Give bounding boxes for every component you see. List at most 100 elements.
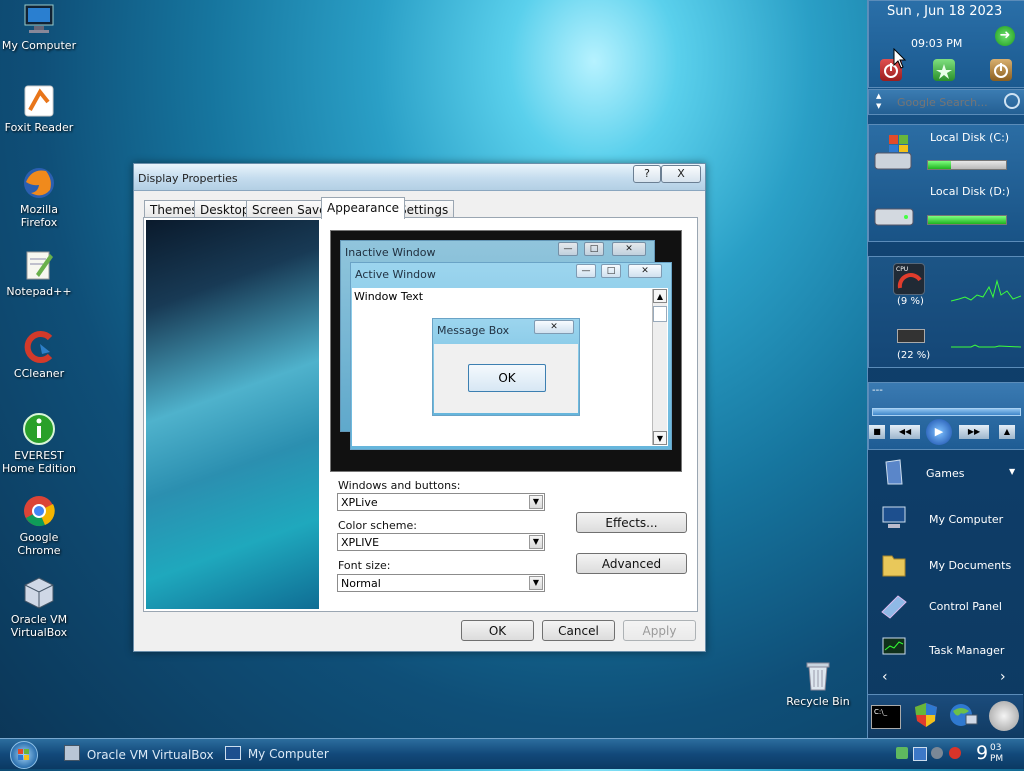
sidebar-item-task-manager[interactable]: Task Manager — [868, 630, 1023, 670]
sidebar-item-label: My Documents — [929, 559, 1012, 572]
virtualbox-task-icon — [64, 745, 80, 761]
network-globe-icon[interactable] — [948, 701, 978, 729]
desktop-icon-notepad-plus-plus[interactable]: Notepad++ — [1, 248, 77, 298]
preview-message-box: Message Box ✕ OK — [432, 318, 580, 416]
chevron-left-icon[interactable]: ‹ — [882, 669, 888, 685]
clock-hour: 9 — [976, 742, 989, 764]
preview-scrollbar: ▲ ▼ — [652, 289, 667, 445]
font-size-value: Normal — [341, 577, 381, 590]
search-scroll-icon[interactable]: ▲ ▼ — [876, 91, 881, 111]
desktop-icon-everest[interactable]: EVEREST Home Edition — [1, 412, 77, 475]
color-scheme-select[interactable]: XPLIVE ▼ — [337, 533, 545, 551]
my-computer-icon — [22, 2, 56, 36]
security-shield-icon[interactable] — [913, 701, 939, 729]
cpu-graph — [951, 279, 1021, 302]
effects-button[interactable]: Effects... — [576, 512, 687, 533]
clock-minutes: 03 — [990, 743, 1002, 753]
message-box-body: OK — [434, 344, 578, 413]
help-button[interactable]: ? — [633, 165, 661, 183]
recycle-bin-icon — [801, 658, 835, 692]
sidebar: Sun , Jun 18 2023 09:03 PM ➜ ▲▼ Local Di… — [867, 0, 1024, 739]
games-folder-icon — [880, 458, 908, 486]
desktop-icon-google-chrome[interactable]: Google Chrome — [1, 494, 77, 557]
task-manager-icon — [880, 634, 908, 662]
disk-d-label: Local Disk (D:) — [930, 185, 1010, 198]
taskbar-item-label: Oracle VM VirtualBox — [86, 748, 214, 762]
search-icon[interactable] — [1004, 93, 1020, 109]
cpu-meter-label: CPU — [896, 266, 909, 273]
taskbar-item-my-computer[interactable]: My Computer — [225, 745, 345, 763]
ram-percent: (22 %) — [897, 350, 931, 361]
sidebar-item-my-documents[interactable]: My Documents — [868, 546, 1023, 586]
desktop-icon-foxit-reader[interactable]: Foxit Reader — [1, 84, 77, 134]
notepad-plus-plus-icon — [22, 248, 56, 282]
shutdown-icon[interactable] — [990, 59, 1012, 81]
window-text: Window Text — [354, 290, 424, 303]
message-box-ok: OK — [468, 364, 546, 392]
ram-graph — [951, 344, 1021, 348]
stop-icon[interactable]: ■ — [869, 425, 885, 439]
sidebar-item-control-panel[interactable]: Control Panel — [868, 588, 1023, 628]
firefox-icon — [22, 166, 56, 200]
desktop-icon-label: Mozilla Firefox — [20, 203, 58, 229]
cancel-button[interactable]: Cancel — [542, 620, 615, 641]
font-size-select[interactable]: Normal ▼ — [337, 574, 545, 592]
color-scheme-label: Color scheme: — [338, 519, 417, 532]
ram-chip-icon — [897, 329, 925, 343]
minimize-icon: — — [558, 242, 578, 256]
close-icon: ✕ — [534, 320, 574, 334]
chevron-right-icon[interactable]: › — [1000, 669, 1006, 685]
color-scheme-value: XPLIVE — [341, 536, 380, 549]
arrow-right-icon[interactable]: ➜ — [995, 26, 1015, 46]
desktop-icon-virtualbox[interactable]: Oracle VM VirtualBox — [1, 576, 77, 639]
player-progress-bar[interactable] — [872, 408, 1021, 416]
close-button[interactable]: X — [661, 165, 701, 183]
appearance-tab-pane: Inactive Window — □ ✕ Active Window — □ … — [143, 217, 698, 612]
apply-button[interactable]: Apply — [623, 620, 696, 641]
chrome-icon — [22, 494, 56, 528]
display-tray-icon[interactable] — [913, 747, 927, 761]
start-button[interactable] — [10, 741, 38, 769]
speaker-icon[interactable] — [989, 701, 1019, 731]
security-tray-icon[interactable] — [949, 747, 961, 759]
taskbar-clock[interactable]: 9 03 PM — [976, 741, 1020, 767]
sidebar-item-my-computer[interactable]: My Computer — [868, 500, 1023, 540]
ok-button[interactable]: OK — [461, 620, 534, 641]
sidebar-item-label: Task Manager — [929, 644, 1005, 657]
network-tray-icon[interactable] — [896, 747, 908, 759]
disk-c-usage-fill — [928, 161, 952, 169]
desktop-icon-label: Google Chrome — [17, 531, 61, 557]
play-icon[interactable]: ▶ — [926, 419, 952, 445]
disk-d-usage-fill — [928, 216, 1006, 224]
restart-icon[interactable] — [933, 59, 955, 81]
dialog-titlebar[interactable]: Display Properties ? X — [134, 164, 705, 191]
windows-and-buttons-select[interactable]: XPLive ▼ — [337, 493, 545, 511]
cpu-meter-icon: CPU — [893, 263, 925, 295]
sidebar-item-label: My Computer — [929, 513, 1004, 526]
close-icon: ✕ — [612, 242, 646, 256]
cpu-percent: (9 %) — [897, 296, 924, 307]
desktop-icon-my-computer[interactable]: My Computer — [1, 2, 77, 52]
advanced-button[interactable]: Advanced — [576, 553, 687, 574]
chevron-down-icon: ▼ — [529, 576, 543, 590]
windows-and-buttons-value: XPLive — [341, 496, 378, 509]
sidebar-item-games[interactable]: Games ▼ — [868, 454, 1023, 494]
taskbar-item-virtualbox[interactable]: Oracle VM VirtualBox — [64, 745, 214, 763]
mouse-cursor-icon — [893, 48, 907, 69]
command-prompt-icon[interactable]: C:\_ — [871, 705, 901, 729]
app-tray-icon[interactable] — [931, 747, 943, 759]
desktop-icon-label: My Computer — [1, 39, 77, 52]
previous-icon[interactable]: ◀◀ — [890, 425, 920, 439]
active-window-title: Active Window — [355, 268, 436, 281]
desktop-icon-label: Oracle VM VirtualBox — [10, 613, 68, 639]
inactive-window-title: Inactive Window — [345, 246, 436, 259]
desktop-icon-recycle-bin[interactable]: Recycle Bin — [780, 658, 856, 708]
google-search-input[interactable] — [895, 93, 999, 111]
tab-appearance[interactable]: Appearance — [321, 197, 406, 219]
next-icon[interactable]: ▶▶ — [959, 425, 989, 439]
computer-icon — [880, 504, 908, 532]
desktop-icon-label: Foxit Reader — [4, 121, 74, 134]
desktop-icon-ccleaner[interactable]: CCleaner — [1, 330, 77, 380]
desktop-icon-mozilla-firefox[interactable]: Mozilla Firefox — [1, 166, 77, 229]
eject-icon[interactable]: ▲ — [999, 425, 1015, 439]
